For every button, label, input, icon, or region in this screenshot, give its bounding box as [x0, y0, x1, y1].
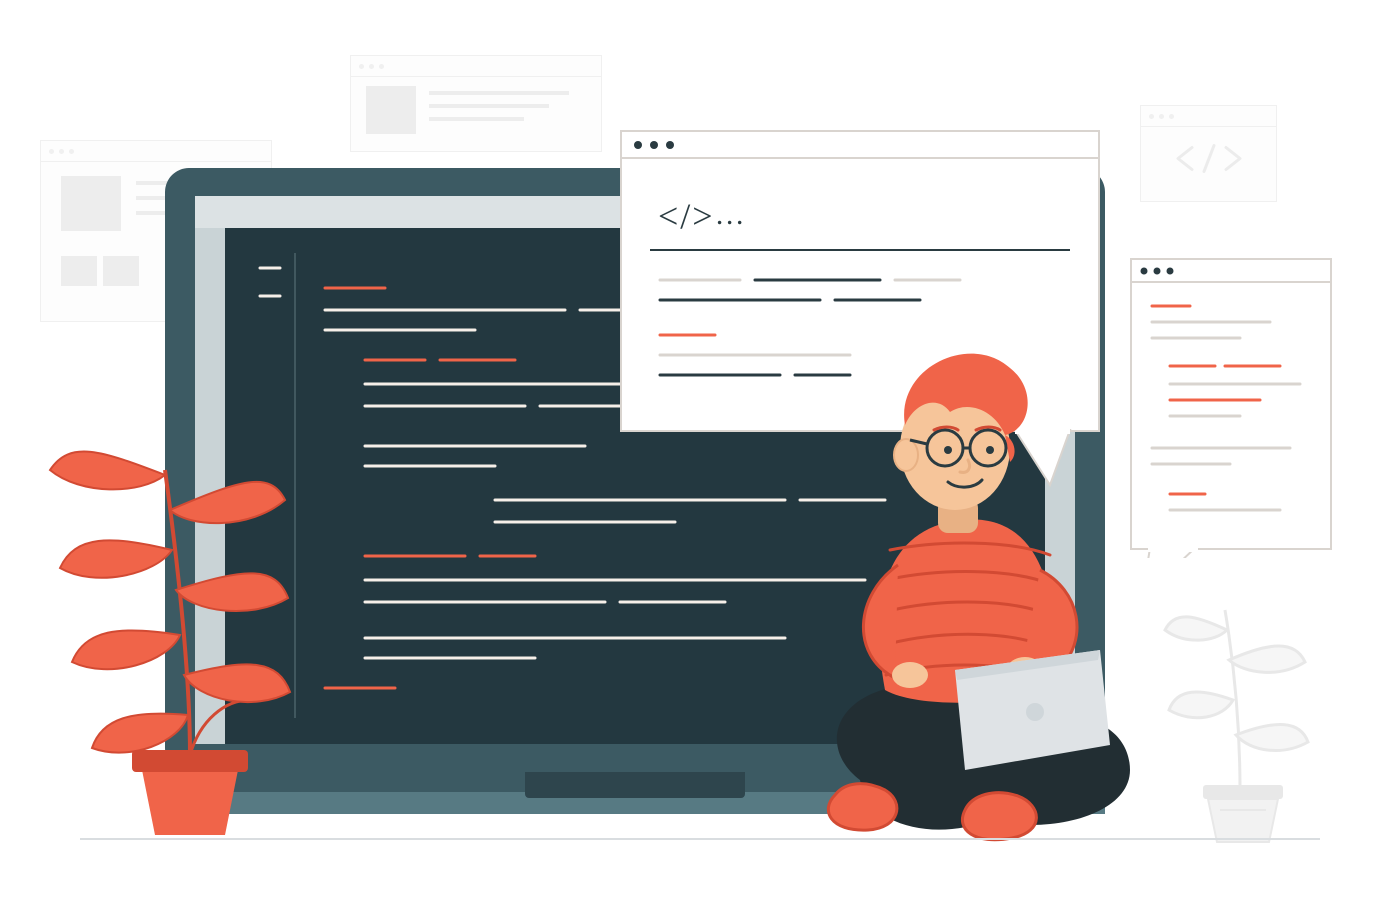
- person-coder: [800, 340, 1180, 850]
- code-tag-text: </>: [658, 196, 715, 236]
- plant-right: [1155, 560, 1325, 850]
- illustration-stage: { "colors": { "teal_dark": "#2e454d", "t…: [0, 0, 1380, 920]
- plant-left: [40, 400, 300, 850]
- bg-window-top-center: [350, 55, 602, 152]
- code-tag-icon: [1174, 144, 1244, 179]
- code-tag-dots: …: [715, 198, 747, 231]
- floor-line: [80, 838, 1320, 840]
- bg-window-top-right: [1140, 105, 1277, 202]
- popup-code-tag: </>…: [658, 195, 747, 237]
